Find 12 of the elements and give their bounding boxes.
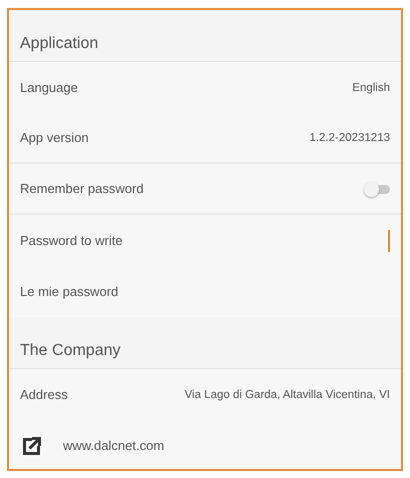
website-link[interactable]: www.dalcnet.com: [63, 438, 164, 453]
setting-label: App version: [20, 130, 89, 145]
menu-item[interactable]: Le mie password: [20, 284, 118, 299]
text-cursor: [388, 230, 390, 252]
setting-label: Remember password: [20, 181, 144, 196]
setting-label: Language: [20, 80, 78, 95]
password-field[interactable]: Password to write: [20, 233, 123, 248]
setting-value: English: [352, 82, 390, 94]
setting-label: Address: [20, 387, 68, 402]
toggle-switch[interactable]: [364, 182, 390, 196]
setting-value: Via Lago di Garda, Altavilla Vicentina, VI: [184, 388, 390, 400]
setting-value: 1.2.2-20231213: [309, 132, 390, 144]
